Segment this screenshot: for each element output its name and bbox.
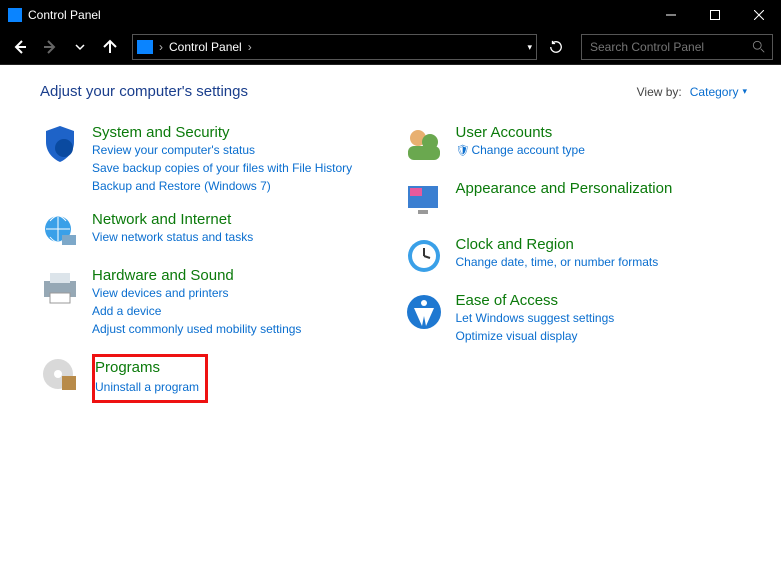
category-link[interactable]: Programs	[95, 359, 199, 376]
chevron-down-icon[interactable]: ▾	[527, 42, 532, 53]
refresh-button[interactable]	[543, 40, 569, 54]
search-box[interactable]	[581, 34, 773, 60]
printer-icon	[40, 267, 80, 307]
category-system-security: System and Security Review your computer…	[40, 124, 384, 195]
monitor-icon	[404, 180, 444, 220]
category-appearance: Appearance and Personalization	[404, 180, 748, 220]
window-titlebar: Control Panel	[0, 0, 781, 30]
task-link[interactable]: Let Windows suggest settings	[456, 309, 615, 327]
category-ease-of-access: Ease of Access Let Windows suggest setti…	[404, 292, 748, 345]
location-icon	[137, 40, 153, 54]
chevron-right-icon: ›	[159, 40, 163, 54]
category-link[interactable]: User Accounts	[456, 124, 553, 141]
forward-button[interactable]	[38, 35, 62, 59]
task-link[interactable]: Add a device	[92, 302, 301, 320]
category-user-accounts: User Accounts Change account type	[404, 124, 748, 164]
task-link-uninstall[interactable]: Uninstall a program	[95, 378, 199, 396]
chevron-down-icon: ▾	[742, 86, 747, 97]
address-location: Control Panel	[169, 40, 242, 54]
clock-icon	[404, 236, 444, 276]
page-heading: Adjust your computer's settings	[40, 83, 248, 100]
disc-icon	[40, 354, 80, 394]
task-link[interactable]: Change account type	[456, 141, 585, 160]
window-title: Control Panel	[28, 8, 101, 22]
view-by: View by: Category ▾	[637, 85, 747, 99]
task-link[interactable]: Save backup copies of your files with Fi…	[92, 159, 352, 177]
search-icon	[752, 40, 766, 54]
up-button[interactable]	[98, 35, 122, 59]
category-network: Network and Internet View network status…	[40, 211, 384, 251]
maximize-button[interactable]	[693, 0, 737, 30]
task-link[interactable]: Adjust commonly used mobility settings	[92, 320, 301, 338]
category-clock: Clock and Region Change date, time, or n…	[404, 236, 748, 276]
category-link[interactable]: Hardware and Sound	[92, 267, 234, 284]
highlight-annotation: Programs Uninstall a program	[92, 354, 208, 403]
right-column: User Accounts Change account type Appear…	[404, 124, 748, 419]
minimize-button[interactable]	[649, 0, 693, 30]
task-link[interactable]: Change date, time, or number formats	[456, 253, 659, 271]
task-link[interactable]: View network status and tasks	[92, 228, 253, 246]
category-programs: Programs Uninstall a program	[40, 354, 384, 403]
category-link[interactable]: System and Security	[92, 124, 230, 141]
task-link[interactable]: Backup and Restore (Windows 7)	[92, 177, 352, 195]
category-link[interactable]: Ease of Access	[456, 292, 559, 309]
view-by-label: View by:	[637, 85, 682, 99]
category-link[interactable]: Appearance and Personalization	[456, 180, 673, 197]
category-hardware: Hardware and Sound View devices and prin…	[40, 267, 384, 338]
search-input[interactable]	[588, 39, 752, 55]
task-link[interactable]: Optimize visual display	[456, 327, 615, 345]
globe-icon	[40, 211, 80, 251]
category-link[interactable]: Network and Internet	[92, 211, 231, 228]
navigation-toolbar: › Control Panel › ▾	[0, 30, 781, 65]
accessibility-icon	[404, 292, 444, 332]
back-button[interactable]	[8, 35, 32, 59]
chevron-right-icon: ›	[248, 40, 252, 54]
task-link[interactable]: Review your computer's status	[92, 141, 352, 159]
view-by-dropdown[interactable]: Category ▾	[690, 85, 747, 99]
category-link[interactable]: Clock and Region	[456, 236, 574, 253]
task-link[interactable]: View devices and printers	[92, 284, 301, 302]
left-column: System and Security Review your computer…	[40, 124, 384, 419]
content-area: Adjust your computer's settings View by:…	[0, 65, 781, 576]
address-bar[interactable]: › Control Panel › ▾	[132, 34, 537, 60]
shield-icon	[40, 124, 80, 164]
users-icon	[404, 124, 444, 164]
app-icon	[8, 8, 22, 22]
recent-locations-button[interactable]	[68, 35, 92, 59]
close-button[interactable]	[737, 0, 781, 30]
view-by-value: Category	[690, 85, 739, 99]
